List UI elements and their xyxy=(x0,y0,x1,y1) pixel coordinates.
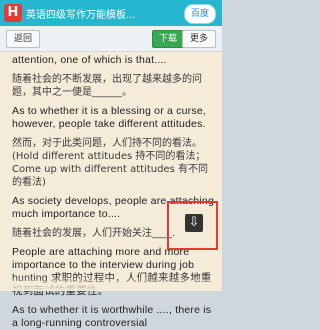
download-icon[interactable]: ⇩ xyxy=(185,214,203,232)
paragraph-line: 随着社会的不断发展，出现了越来越多的问题，其中之一便是______。 xyxy=(12,74,202,98)
app-header: H 英语四级写作万能模板... 百度 xyxy=(0,0,222,26)
paragraph-line: As to whether it is a blessing or a curs… xyxy=(12,105,206,130)
paragraph-line: attention, one of which is that.... xyxy=(12,54,167,66)
more-button[interactable]: 更多 xyxy=(181,30,216,48)
back-button[interactable]: 返回 xyxy=(6,30,41,48)
document-page[interactable]: attention, one of which is that.... 随着社会… xyxy=(0,52,222,329)
document-toolbar: 返回 下载 更多 xyxy=(0,26,222,52)
bottom-fade xyxy=(0,275,222,291)
paragraph-line: As to whether it is worthwhile ...., the… xyxy=(12,304,212,329)
baidu-button[interactable]: 百度 xyxy=(183,4,216,24)
paragraph-line: 然而，对于此类问题，人们持不同的看法。(Hold different attit… xyxy=(12,138,208,188)
document-title: 英语四级写作万能模板... xyxy=(26,10,136,21)
app-icon: H xyxy=(4,4,22,22)
download-button[interactable]: 下载 xyxy=(151,30,184,48)
